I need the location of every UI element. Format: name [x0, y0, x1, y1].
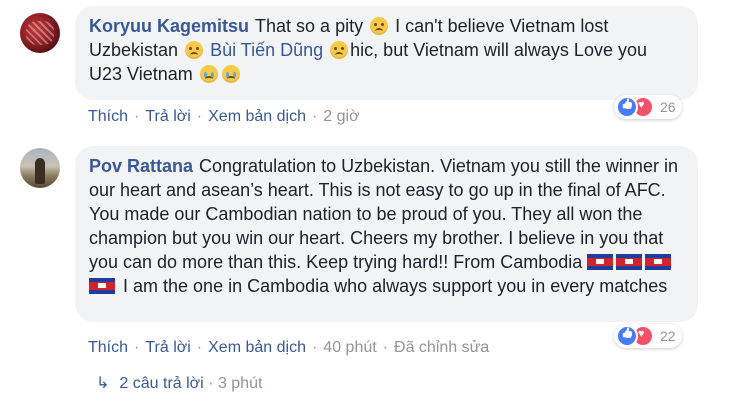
comment-time[interactable]: 2 giờ — [323, 108, 359, 125]
edited-label[interactable]: Đã chỉnh sửa — [394, 339, 489, 356]
like-reaction-icon — [616, 96, 638, 118]
confused-face-emoji — [370, 17, 389, 35]
comment-author[interactable]: Koryuu Kagemitsu — [89, 16, 249, 36]
crying-face-emoji — [221, 65, 240, 83]
reply-link[interactable]: Trả lời — [145, 108, 190, 125]
like-link[interactable]: Thích — [88, 339, 128, 356]
avatar[interactable] — [20, 13, 60, 53]
reply-link[interactable]: Trả lời — [145, 339, 190, 356]
like-reaction-icon — [616, 325, 638, 347]
like-link[interactable]: Thích — [88, 108, 128, 125]
comment-actions: Thích · Trả lời · Xem bản dịch · 2 giờ — [88, 108, 360, 125]
replies-count: 2 câu trả lời — [119, 375, 204, 392]
comment-text: I am the one in Cambodia who always supp… — [123, 276, 668, 296]
comment-text: That so a pity — [255, 16, 364, 36]
translate-link[interactable]: Xem bản dịch — [208, 339, 306, 356]
reactions-summary[interactable]: 26 — [614, 95, 682, 119]
confused-face-emoji — [185, 41, 204, 59]
reaction-count: 22 — [660, 328, 676, 344]
reaction-count: 26 — [660, 99, 676, 115]
comment-actions: Thích · Trả lời · Xem bản dịch · 40 phút · Đã ch… — [88, 339, 490, 356]
reactions-summary[interactable]: 22 — [614, 324, 682, 348]
comment-time[interactable]: 40 phút — [323, 339, 376, 356]
confused-face-emoji — [330, 41, 349, 59]
reply-arrow-icon: ↳ — [96, 375, 110, 392]
view-replies-link[interactable]: ↳ 2 câu trả lời · 3 phút — [96, 373, 262, 393]
avatar[interactable] — [20, 148, 60, 188]
cambodia-flag-emoji — [587, 254, 614, 270]
translate-link[interactable]: Xem bản dịch — [208, 108, 306, 125]
comment-bubble: Koryuu Kagemitsu That so a pity I can't b… — [75, 6, 698, 100]
cambodia-flag-emoji — [89, 278, 115, 294]
replies-time: 3 phút — [217, 375, 263, 392]
cambodia-flag-emoji — [645, 254, 672, 270]
cambodia-flag-emoji — [616, 254, 643, 270]
comment-bubble: Pov Rattana Congratulation to Uzbekistan.… — [75, 146, 698, 322]
crying-face-emoji — [199, 65, 218, 83]
mention-link[interactable]: Bùi Tiến Dũng — [210, 40, 323, 60]
comment-author[interactable]: Pov Rattana — [89, 156, 193, 176]
